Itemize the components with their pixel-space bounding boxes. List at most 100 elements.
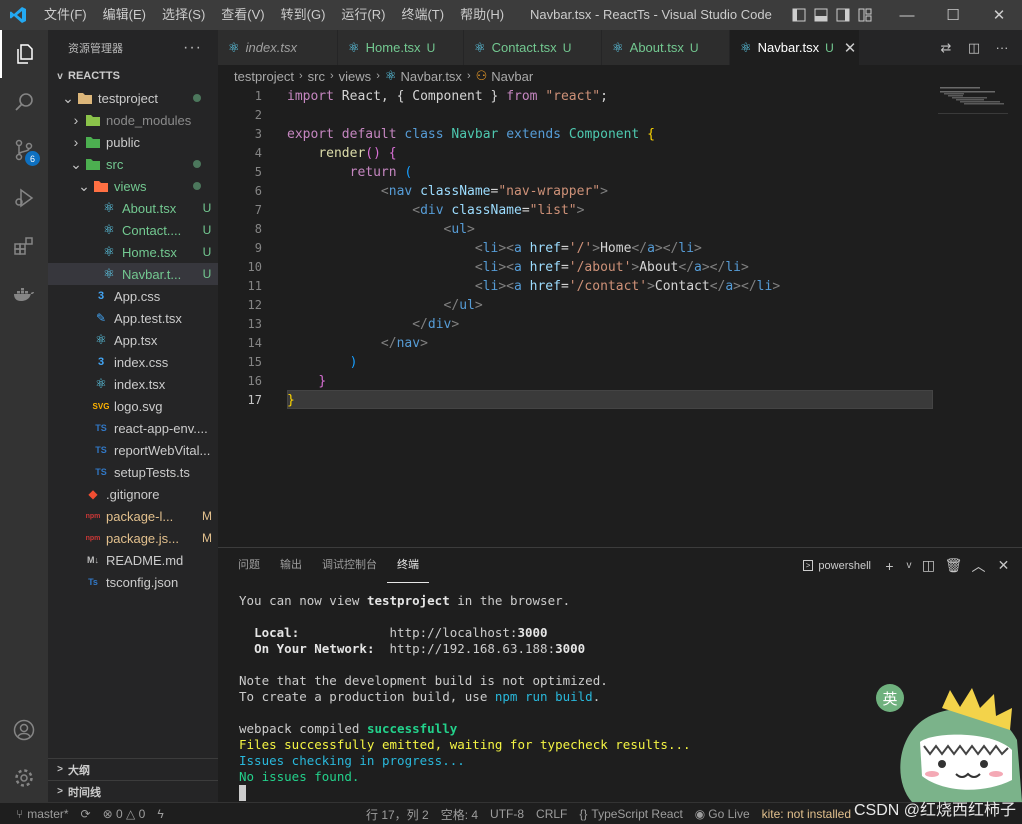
close-window-button[interactable]: ✕ <box>976 0 1022 30</box>
encoding[interactable]: UTF-8 <box>484 807 530 821</box>
tree-item[interactable]: ⚛ App.tsx <box>48 329 218 351</box>
toggle-secondary-sidebar-icon[interactable] <box>832 0 854 30</box>
tree-item[interactable]: 3 index.css <box>48 351 218 373</box>
close-panel-icon[interactable]: ✕ <box>991 557 1016 574</box>
panel-tab[interactable]: 调试控制台 <box>312 548 387 583</box>
breadcrumb-item[interactable]: views <box>339 69 372 84</box>
editor-tab[interactable]: ⚛ Contact.tsx U <box>464 30 602 65</box>
toggle-sidebar-icon[interactable] <box>788 0 810 30</box>
extensions-icon[interactable] <box>0 222 48 270</box>
tree-item[interactable]: npm package-l... M <box>48 505 218 527</box>
tree-item[interactable]: ⌄ testproject <box>48 87 218 109</box>
tree-item[interactable]: TS reportWebVital... <box>48 439 218 461</box>
menu-item[interactable]: 转到(G) <box>273 0 334 30</box>
git-status-badge: M <box>202 531 212 545</box>
more-actions-icon[interactable]: ··· <box>183 39 202 57</box>
editor-tab[interactable]: ⚛ About.tsx U <box>602 30 730 65</box>
chevron-right-icon[interactable]: › <box>68 134 84 150</box>
settings-gear-icon[interactable] <box>0 754 48 802</box>
chevron-down-icon[interactable]: ⌄ <box>76 178 92 195</box>
panel-tab[interactable]: 输出 <box>270 548 312 583</box>
workspace-section-header[interactable]: v REACTTS <box>48 65 218 87</box>
menu-item[interactable]: 选择(S) <box>154 0 213 30</box>
tree-item[interactable]: ⚛ index.tsx <box>48 373 218 395</box>
tab-label: Navbar.tsx <box>757 40 820 55</box>
search-icon[interactable] <box>0 78 48 126</box>
close-tab-icon[interactable]: ✕ <box>844 39 857 57</box>
tree-item-label: index.tsx <box>114 376 166 392</box>
tree-item[interactable]: Ts tsconfig.json <box>48 571 218 593</box>
chevron-down-icon[interactable]: ⌄ <box>68 156 84 173</box>
tree-item[interactable]: ✎ App.test.tsx <box>48 307 218 329</box>
editor-tab[interactable]: ⚛ index.tsx <box>218 30 338 65</box>
go-live-button[interactable]: ◉ Go Live <box>689 807 756 821</box>
chevron-right-icon[interactable]: › <box>68 112 84 128</box>
more-actions-icon[interactable]: ··· <box>988 40 1016 55</box>
git-status-badge: U <box>202 201 212 215</box>
terminal-shell-selector[interactable]: > powershell <box>802 560 871 572</box>
editor-tab[interactable]: ⚛ Home.tsx U <box>338 30 464 65</box>
code-editor[interactable]: 1 import React, { Component } from "react… <box>218 87 1022 547</box>
breadcrumb-item[interactable]: Navbar.tsx <box>401 69 462 84</box>
breadcrumb-item[interactable]: testproject <box>234 69 294 84</box>
menu-item[interactable]: 编辑(E) <box>95 0 154 30</box>
tree-item[interactable]: › public <box>48 131 218 153</box>
tree-item[interactable]: npm package.js... M <box>48 527 218 549</box>
split-editor-icon[interactable]: ◫ <box>960 40 988 56</box>
chevron-down-icon[interactable]: v <box>902 560 916 571</box>
customize-layout-icon[interactable] <box>854 0 876 30</box>
panel-tab[interactable]: 终端 <box>387 548 429 583</box>
tree-item[interactable]: ◆ .gitignore <box>48 483 218 505</box>
tree-item[interactable]: ⚛ Navbar.t... U <box>48 263 218 285</box>
split-terminal-icon[interactable]: ◫ <box>916 557 941 574</box>
minimize-button[interactable]: — <box>884 0 930 30</box>
tree-item[interactable]: TS setupTests.ts <box>48 461 218 483</box>
tree-item-label: .gitignore <box>106 486 160 502</box>
outline-section[interactable]: > 大纲 <box>48 758 218 780</box>
tree-item[interactable]: SVG logo.svg <box>48 395 218 417</box>
tree-item[interactable]: 3 App.css <box>48 285 218 307</box>
menu-item[interactable]: 终端(T) <box>393 0 452 30</box>
indentation[interactable]: 空格: 4 <box>435 806 484 823</box>
timeline-section[interactable]: > 时间线 <box>48 780 218 802</box>
tree-item[interactable]: ⚛ Home.tsx U <box>48 241 218 263</box>
chevron-down-icon[interactable]: ⌄ <box>60 90 76 107</box>
language-mode[interactable]: {} TypeScript React <box>573 807 688 821</box>
maximize-button[interactable]: ☐ <box>930 0 976 30</box>
new-terminal-icon[interactable]: + <box>877 558 902 574</box>
terminal-output[interactable]: You can now view testproject in the brow… <box>239 593 691 801</box>
tree-item[interactable]: › node_modules <box>48 109 218 131</box>
problems-indicator[interactable]: ⊗ 0 △ 0 <box>97 807 152 821</box>
tree-item[interactable]: TS react-app-env.... <box>48 417 218 439</box>
menu-item[interactable]: 文件(F) <box>36 0 95 30</box>
cursor-position[interactable]: 行 17，列 2 <box>360 806 435 823</box>
account-icon[interactable] <box>0 706 48 754</box>
run-debug-icon[interactable] <box>0 174 48 222</box>
toggle-panel-icon[interactable] <box>810 0 832 30</box>
trash-icon[interactable]: 🗑 <box>941 557 966 574</box>
tree-item[interactable]: ⚛ Contact.... U <box>48 219 218 241</box>
end-of-line[interactable]: CRLF <box>530 807 573 821</box>
tree-item[interactable]: ⌄ src <box>48 153 218 175</box>
tree-item[interactable]: M↓ README.md <box>48 549 218 571</box>
react-file-icon: ⚛ <box>612 39 624 55</box>
compare-changes-icon[interactable]: ⇄ <box>932 40 960 56</box>
explorer-icon[interactable] <box>0 30 48 78</box>
lightning-icon[interactable]: ϟ <box>151 807 169 821</box>
menu-item[interactable]: 查看(V) <box>213 0 272 30</box>
sync-icon[interactable]: ⟳ <box>75 807 97 821</box>
breadcrumb-item[interactable]: Navbar <box>491 69 533 84</box>
tree-item[interactable]: ⌄ views <box>48 175 218 197</box>
panel-tab[interactable]: 问题 <box>228 548 270 583</box>
git-branch[interactable]: ⑂ master* <box>10 807 75 821</box>
tree-item[interactable]: ⚛ About.tsx U <box>48 197 218 219</box>
docker-icon[interactable] <box>0 270 48 318</box>
maximize-panel-icon[interactable]: ︿ <box>966 556 991 576</box>
kite-status[interactable]: kite: not installed <box>756 807 857 821</box>
source-control-icon[interactable]: 6 <box>0 126 48 174</box>
editor-tab[interactable]: ⚛ Navbar.tsx U ✕ <box>730 30 860 65</box>
menu-item[interactable]: 帮助(H) <box>452 0 512 30</box>
window-title: Navbar.tsx - ReactTs - Visual Studio Cod… <box>530 7 772 22</box>
menu-item[interactable]: 运行(R) <box>333 0 393 30</box>
breadcrumb-item[interactable]: src <box>308 69 325 84</box>
